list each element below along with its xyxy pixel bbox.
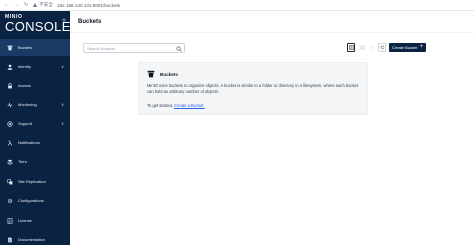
documentation-icon	[6, 236, 13, 243]
browser-bar: ← → ↻ 不安全 192.168.140.131:9001/buckets	[0, 0, 474, 11]
empty-state-card: Buckets MinIO uses buckets to organize o…	[138, 62, 368, 115]
collapse-sidebar-button[interactable]: «	[62, 17, 66, 24]
refresh-button[interactable]	[378, 43, 386, 52]
lambda-icon	[6, 139, 13, 146]
card-header: Buckets	[147, 70, 178, 78]
url-text: 192.168.140.131:9001/buckets	[57, 2, 121, 8]
chevron-down-icon: ∨	[61, 102, 64, 107]
search-box[interactable]	[83, 43, 185, 53]
sidebar-item-site-replication[interactable]: Site Replication	[0, 173, 70, 190]
sidebar-item-label: Identity	[18, 64, 31, 69]
gear-icon	[6, 197, 13, 204]
cta-prefix: To get started,	[147, 103, 173, 108]
create-bucket-label: Create Bucket	[392, 45, 418, 50]
sidebar-item-monitoring[interactable]: Monitoring ∨	[0, 96, 70, 113]
sidebar-item-label: Configurations	[18, 198, 44, 203]
list-view-button[interactable]	[347, 43, 355, 52]
sidebar-item-access[interactable]: Access	[0, 77, 70, 94]
search-input[interactable]	[84, 45, 174, 51]
card-title: Buckets	[160, 71, 178, 77]
address-bar[interactable]: 不安全 192.168.140.131:9001/buckets	[33, 2, 120, 8]
sidebar-item-support[interactable]: Support ∨	[0, 115, 70, 132]
sidebar-item-label: Access	[18, 83, 31, 88]
card-call-to-action: To get started, Create a Bucket.	[147, 103, 205, 108]
license-icon	[6, 217, 13, 224]
gear-icon	[370, 45, 374, 50]
lock-icon	[6, 82, 13, 89]
sidebar-item-label: Monitoring	[18, 102, 37, 107]
sidebar: MINIO CONSOLE AGPL « Buckets Identity ∨ …	[0, 11, 70, 245]
reload-icon[interactable]: ↻	[24, 2, 28, 8]
sidebar-item-label: Buckets	[18, 45, 33, 50]
sidebar-item-label: Site Replication	[18, 179, 46, 184]
header-divider	[70, 32, 474, 33]
refresh-icon	[380, 45, 384, 50]
bucket-settings-button[interactable]	[368, 43, 376, 52]
forward-icon[interactable]: →	[14, 2, 19, 8]
monitoring-icon	[6, 101, 13, 108]
tiers-icon	[6, 158, 13, 165]
sidebar-item-label: Tiers	[18, 159, 27, 164]
sidebar-item-identity[interactable]: Identity ∨	[0, 58, 70, 75]
page-title: Buckets	[78, 19, 102, 25]
sidebar-item-license[interactable]: License	[0, 212, 70, 229]
list-view-icon	[348, 45, 354, 50]
bucket-icon	[6, 44, 13, 51]
checkbox-icon	[360, 45, 364, 50]
sidebar-item-configurations[interactable]: Configurations	[0, 192, 70, 209]
select-multiple-button[interactable]	[358, 43, 366, 52]
support-icon	[6, 120, 13, 127]
bucket-icon	[147, 70, 155, 78]
create-bucket-button[interactable]: Create Bucket +	[389, 43, 426, 52]
logo-product: CONSOLE	[5, 19, 71, 34]
security-indicator[interactable]: 不安全	[33, 2, 53, 8]
security-label: 不安全	[39, 2, 53, 7]
sidebar-item-label: Support	[18, 121, 33, 126]
search-icon[interactable]	[176, 46, 182, 52]
back-icon[interactable]: ←	[4, 2, 9, 8]
sidebar-item-tiers[interactable]: Tiers	[0, 153, 70, 170]
sidebar-item-notifications[interactable]: Notifications	[0, 134, 70, 151]
sidebar-item-documentation[interactable]: Documentation	[0, 231, 70, 245]
sidebar-item-label: Notifications	[18, 140, 40, 145]
warning-icon	[33, 3, 38, 7]
chevron-down-icon: ∨	[61, 64, 64, 69]
sidebar-item-label: License	[18, 218, 32, 223]
sidebar-item-buckets[interactable]: Buckets	[0, 39, 70, 56]
create-bucket-link[interactable]: Create a Bucket.	[174, 103, 205, 108]
plus-icon: +	[419, 44, 423, 50]
identity-icon	[6, 63, 13, 70]
card-description: MinIO uses buckets to organize objects. …	[147, 83, 358, 95]
replication-icon	[6, 178, 13, 185]
chevron-down-icon: ∨	[61, 121, 64, 126]
sidebar-item-label: Documentation	[18, 237, 45, 242]
browser-nav: ← → ↻	[0, 2, 28, 8]
